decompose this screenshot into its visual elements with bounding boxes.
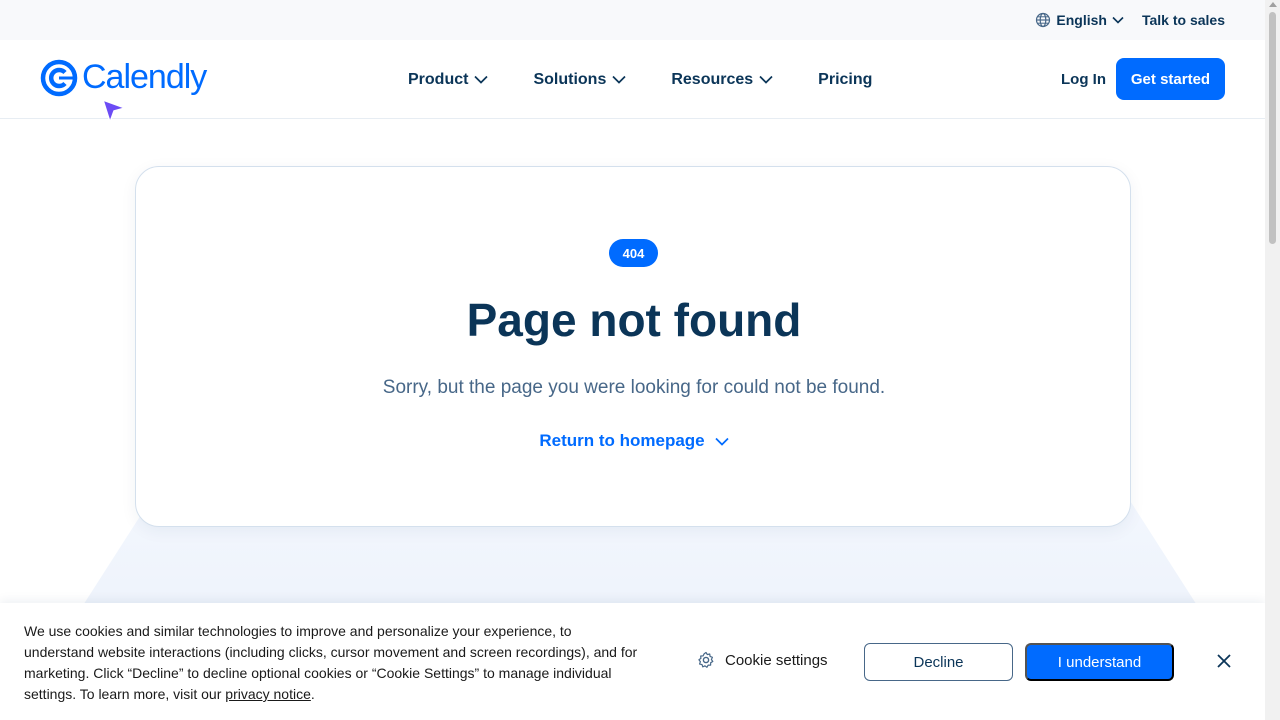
cookie-period: . (310, 686, 315, 702)
chevron-down-icon (759, 75, 773, 84)
chevron-down-icon (1112, 16, 1124, 24)
return-homepage-label: Return to homepage (539, 431, 705, 450)
get-started-button[interactable]: Get started (1116, 58, 1225, 100)
nav-resources[interactable]: Resources (671, 71, 773, 89)
page-scrollbar[interactable] (1265, 0, 1280, 720)
error-code-badge: 404 (609, 239, 658, 267)
i-understand-button[interactable]: I understand (1025, 643, 1174, 681)
chevron-down-icon (474, 75, 489, 84)
utility-bar: English Talk to sales (0, 0, 1265, 40)
privacy-notice-link[interactable]: privacy notice (225, 686, 311, 702)
decline-button[interactable]: Decline (864, 643, 1013, 681)
main-nav: Product Solutions Resources Pricing (408, 40, 872, 119)
nav-product-label: Product (408, 70, 469, 88)
language-label: English (1056, 12, 1107, 28)
error-card: 404 Page not found Sorry, but the page y… (135, 166, 1131, 527)
talk-to-sales-link[interactable]: Talk to sales (1142, 12, 1225, 28)
pointer-arrow-icon (102, 99, 126, 123)
scrollbar-thumb[interactable] (1269, 12, 1276, 244)
return-homepage-link[interactable]: Return to homepage (136, 431, 1132, 451)
chevron-down-icon (612, 75, 626, 84)
nav-pricing[interactable]: Pricing (818, 71, 872, 89)
cookie-banner: We use cookies and similar technologies … (0, 603, 1265, 720)
cookie-body: We use cookies and similar technologies … (24, 623, 638, 702)
calendly-logo-icon (40, 59, 78, 96)
page-title: Page not found (466, 294, 802, 346)
nav-resources-label: Resources (671, 70, 754, 88)
cookie-settings-button[interactable]: Cookie settings (697, 651, 828, 669)
error-message: Sorry, but the page you were looking for… (382, 377, 886, 398)
close-icon[interactable] (1216, 653, 1232, 669)
logo-wordmark: Calendly (82, 58, 207, 96)
cookie-settings-label: Cookie settings (725, 651, 828, 669)
nav-pricing-label: Pricing (818, 70, 873, 88)
nav-product[interactable]: Product (408, 70, 489, 89)
globe-icon (1036, 12, 1051, 28)
calendly-logo[interactable]: Calendly (40, 58, 207, 97)
language-selector[interactable]: English (1035, 12, 1124, 28)
gear-icon (698, 651, 714, 668)
nav-solutions-label: Solutions (533, 70, 607, 88)
main-header: Calendly Product Solutions Resources Pri… (0, 40, 1265, 119)
chevron-down-icon (715, 437, 729, 446)
scroll-up-arrow-icon[interactable] (1269, 2, 1277, 7)
cookie-text: We use cookies and similar technologies … (24, 621, 644, 705)
login-link[interactable]: Log In (1061, 71, 1106, 88)
nav-solutions[interactable]: Solutions (533, 71, 626, 89)
